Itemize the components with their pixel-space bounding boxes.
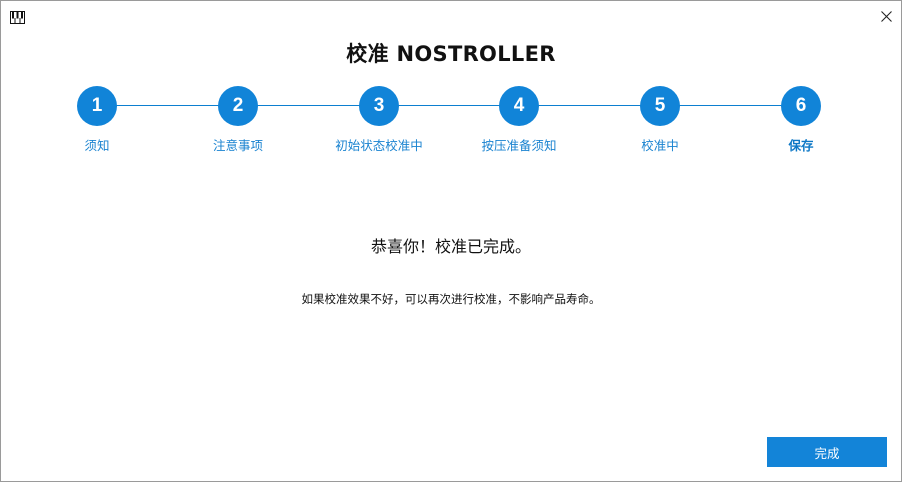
- step-label: 保存: [788, 138, 814, 153]
- step-number: 1: [77, 86, 117, 126]
- step-5: 5 校准中: [580, 86, 740, 154]
- step-2: 2 注意事项: [158, 86, 318, 154]
- step-label: 须知: [84, 138, 110, 153]
- completion-note: 如果校准效果不好，可以再次进行校准，不影响产品寿命。: [301, 292, 601, 306]
- step-4: 4 按压准备须知: [439, 86, 599, 154]
- step-label: 注意事项: [212, 138, 263, 153]
- step-number: 5: [640, 86, 680, 126]
- step-1: 1 须知: [17, 86, 177, 154]
- step-number: 6: [781, 86, 821, 126]
- step-label: 按压准备须知: [481, 138, 557, 153]
- step-label: 初始状态校准中: [335, 138, 423, 153]
- done-button[interactable]: 完成: [767, 437, 887, 467]
- completion-message: 恭喜你！校准已完成。: [370, 237, 531, 256]
- step-number: 2: [218, 86, 258, 126]
- step-label: 校准中: [641, 138, 679, 153]
- calibration-window: 校准 NOSTROLLER 1 须知 2 注意事项 3 初始状态校准中 4 按压…: [0, 0, 902, 482]
- step-number: 3: [359, 86, 399, 126]
- step-number: 4: [499, 86, 539, 126]
- step-6: 6 保存: [721, 86, 881, 154]
- step-3: 3 初始状态校准中: [299, 86, 459, 154]
- step-progress: 1 须知 2 注意事项 3 初始状态校准中 4 按压准备须知 5 校准中 6 保…: [1, 1, 901, 161]
